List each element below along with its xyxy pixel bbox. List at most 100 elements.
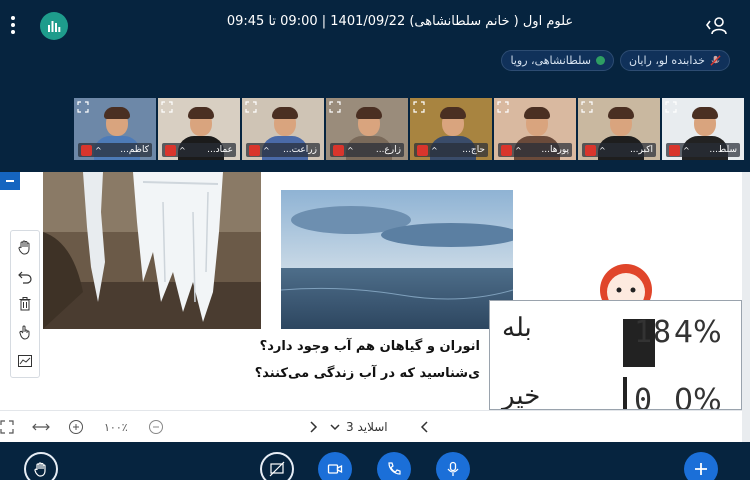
presentation-menu-button[interactable]	[0, 172, 20, 190]
expand-icon[interactable]	[413, 101, 425, 113]
webcam-nameplate[interactable]: اکبر... ^	[582, 143, 656, 157]
webcam-user-name: کاظم...	[120, 145, 149, 155]
person-hair	[692, 107, 718, 119]
fullscreen-icon	[0, 420, 14, 434]
webcam-nameplate[interactable]: پورها... ^	[498, 143, 572, 157]
chevron-up-icon: ^	[599, 145, 606, 155]
meeting-app: علوم اول ( خانم سلطانشاهی) 1401/09/22 | …	[0, 0, 750, 480]
person-hair	[104, 107, 130, 119]
multi-user-tool[interactable]	[14, 321, 36, 343]
connection-stats-button[interactable]	[40, 12, 68, 40]
slide-label: اسلاید 3	[346, 420, 388, 434]
pan-tool[interactable]	[14, 236, 36, 258]
zoom-in-button[interactable]	[68, 419, 84, 435]
webcam-nameplate[interactable]: کاظم... ^	[78, 143, 152, 157]
webcam-user-name: اکبر...	[629, 145, 653, 155]
poll-row: خیر 0 0%	[490, 369, 741, 410]
webcam-user-name: زراعت...	[283, 145, 317, 155]
webcam-tile[interactable]: زارع... ^	[326, 98, 408, 160]
trash-icon	[19, 296, 31, 311]
camera-icon	[327, 464, 343, 474]
options-menu-icon[interactable]	[10, 16, 16, 34]
clear-tool[interactable]	[14, 293, 36, 315]
poll-percent: 4%	[674, 315, 722, 350]
mic-muted-icon	[501, 144, 512, 156]
expand-icon[interactable]	[665, 101, 677, 113]
hand-icon	[18, 240, 30, 255]
expand-icon[interactable]	[77, 101, 89, 113]
webcam-nameplate[interactable]: زراعت... ^	[246, 143, 320, 157]
webcam-tile[interactable]: کاظم... ^	[74, 98, 156, 160]
meeting-title: علوم اول ( خانم سلطانشاهی) 1401/09/22 | …	[226, 14, 574, 29]
actions-menu-button[interactable]	[684, 452, 718, 480]
mic-muted-icon	[333, 144, 344, 156]
webcam-tile[interactable]: عماد... ^	[158, 98, 240, 160]
mic-muted-icon	[81, 144, 92, 156]
person-hair	[188, 107, 214, 119]
webcam-nameplate[interactable]: زارع... ^	[330, 143, 404, 157]
next-slide-button[interactable]	[308, 419, 318, 435]
presenter-pill[interactable]: سلطانشاهی، رویا	[501, 50, 614, 71]
mic-muted-icon	[669, 144, 680, 156]
webcam-tile[interactable]: پورها... ^	[494, 98, 576, 160]
leave-audio-button[interactable]	[377, 452, 411, 480]
previous-slide-button[interactable]	[420, 419, 430, 435]
webcam-nameplate[interactable]: سلط... ^	[666, 143, 740, 157]
user-list-toggle[interactable]	[706, 16, 728, 36]
share-webcam-button[interactable]	[318, 452, 352, 480]
poll-answer: بله	[502, 313, 532, 343]
expand-icon[interactable]	[329, 101, 341, 113]
chevron-up-icon: ^	[515, 145, 522, 155]
vertical-scrollbar[interactable]	[742, 172, 750, 442]
webcam-user-name: سلط...	[709, 145, 737, 155]
presenter-name: سلطانشاهی، رویا	[510, 54, 591, 67]
action-bar	[0, 442, 750, 480]
presenter-pill[interactable]: خدابنده لو، رایان	[620, 50, 730, 71]
chart-tool[interactable]	[14, 350, 36, 372]
presenter-name: خدابنده لو، رایان	[629, 54, 705, 67]
expand-icon[interactable]	[581, 101, 593, 113]
share-screen-button[interactable]	[260, 452, 294, 480]
presentation-controls: ۱۰۰٪ اسلاید 3	[0, 410, 742, 442]
webcam-nameplate[interactable]: عماد... ^	[162, 143, 236, 157]
poll-percent: 0%	[674, 383, 722, 410]
raise-hand-button[interactable]	[24, 452, 58, 480]
webcam-tile[interactable]: سلط... ^	[662, 98, 744, 160]
raise-hand-icon	[34, 462, 46, 477]
expand-icon[interactable]	[497, 101, 509, 113]
fit-width-button[interactable]	[32, 419, 50, 435]
zoom-in-icon	[69, 420, 83, 434]
person-hair	[608, 107, 634, 119]
webcam-user-name: عماد...	[207, 145, 233, 155]
poll-count: 0	[634, 383, 654, 410]
webcam-tile[interactable]: زراعت... ^	[242, 98, 324, 160]
webcam-tile[interactable]: اکبر... ^	[578, 98, 660, 160]
webcam-user-name: حاج...	[462, 145, 485, 155]
undo-tool[interactable]	[14, 265, 36, 287]
person-hair	[272, 107, 298, 119]
slide-select[interactable]: اسلاید 3	[330, 417, 388, 437]
webcam-tile[interactable]: حاج... ^	[410, 98, 492, 160]
microphone-button[interactable]	[436, 452, 470, 480]
webcam-user-name: پورها...	[541, 145, 569, 155]
person-hair	[356, 107, 382, 119]
person-hair	[440, 107, 466, 119]
poll-results-panel: بله 18 4% خیر 0 0%	[489, 300, 742, 410]
zoom-out-button[interactable]	[148, 419, 164, 435]
expand-icon[interactable]	[161, 101, 173, 113]
question-text-2: ی‌شناسید که در آب زندگی می‌کنند؟	[254, 366, 480, 381]
mic-muted-icon	[417, 144, 428, 156]
undo-icon	[18, 271, 32, 284]
chevron-up-icon: ^	[179, 145, 186, 155]
webcam-nameplate[interactable]: حاج... ^	[414, 143, 488, 157]
poll-bar	[623, 377, 627, 409]
screen-share-off-icon	[269, 461, 285, 477]
fullscreen-button[interactable]	[0, 419, 14, 435]
whiteboard[interactable]: انوران و گیاهان هم آب وجود دارد؟ ی‌شناسی…	[0, 172, 742, 410]
person-hair	[524, 107, 550, 119]
poll-row: بله 18 4%	[490, 301, 741, 367]
chevron-up-icon: ^	[347, 145, 354, 155]
expand-icon[interactable]	[245, 101, 257, 113]
phone-icon	[388, 462, 401, 475]
chevron-up-icon: ^	[683, 145, 690, 155]
